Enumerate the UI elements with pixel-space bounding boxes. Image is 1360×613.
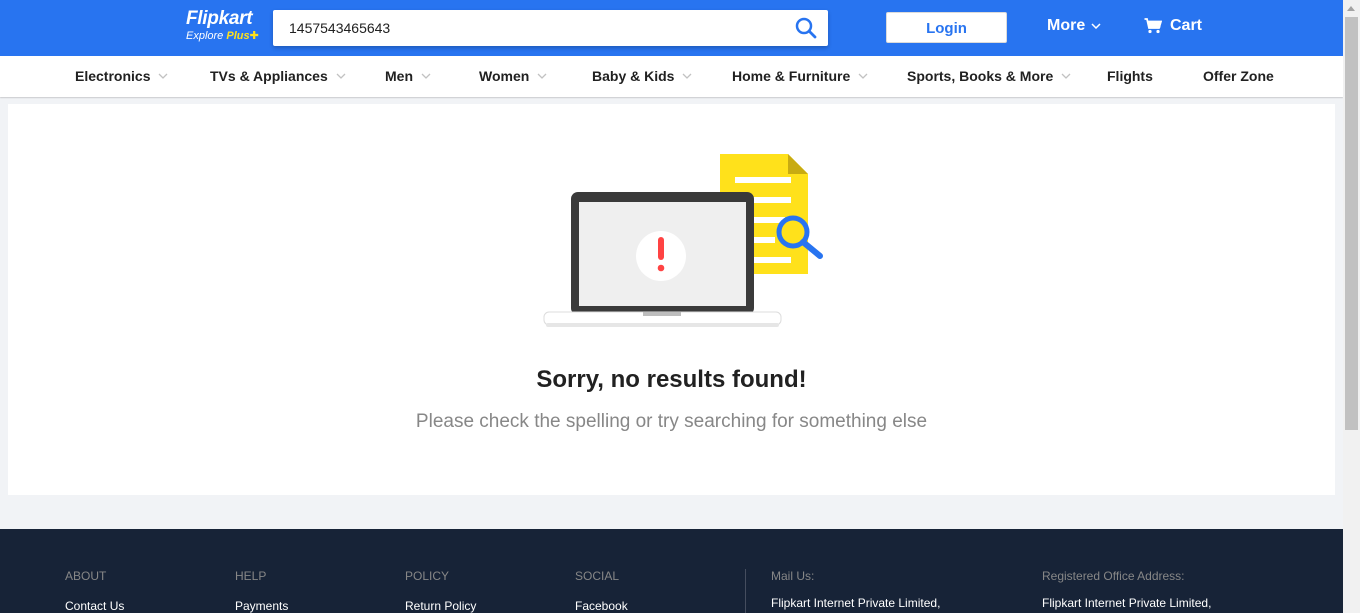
no-results-card: Sorry, no results found! Please check th…: [8, 104, 1335, 495]
logo-wordmark: Flipkart: [186, 8, 253, 29]
search-bar: [273, 10, 828, 46]
footer-heading: Registered Office Address:: [1042, 569, 1185, 583]
login-button[interactable]: Login: [886, 12, 1007, 43]
category-label: Women: [479, 68, 530, 84]
category-nav: Electronics TVs & Appliances Men Women B…: [0, 56, 1343, 97]
category-women[interactable]: Women: [479, 68, 547, 84]
footer-heading: HELP: [235, 569, 267, 583]
search-icon: [795, 17, 817, 39]
category-label: Baby & Kids: [592, 68, 675, 84]
category-label: Sports, Books & More: [907, 68, 1054, 84]
category-electronics[interactable]: Electronics: [75, 68, 168, 84]
footer-address-line: Flipkart Internet Private Limited,: [771, 596, 941, 610]
footer-registered-office: Registered Office Address: Flipkart Inte…: [1042, 569, 1211, 610]
category-tvs-appliances[interactable]: TVs & Appliances: [210, 68, 346, 84]
top-header: Flipkart Explore Plus✚ Login More Cart: [0, 0, 1343, 56]
search-button[interactable]: [794, 16, 818, 40]
category-label: Home & Furniture: [732, 68, 851, 84]
scroll-up-arrow-icon[interactable]: [1343, 0, 1360, 17]
plus-icon: ✚: [249, 30, 259, 42]
no-results-title: Sorry, no results found!: [536, 366, 807, 393]
flipkart-logo[interactable]: Flipkart Explore Plus✚: [186, 9, 264, 45]
logo-tagline-prefix: Explore: [186, 30, 227, 42]
footer-link[interactable]: Return Policy: [405, 599, 476, 613]
page-scrollbar[interactable]: [1343, 0, 1360, 613]
footer-address-line: Flipkart Internet Private Limited,: [1042, 596, 1212, 610]
no-results-subtitle: Please check the spelling or try searchi…: [415, 411, 928, 432]
chevron-down-icon: [858, 73, 868, 79]
category-label: Men: [385, 68, 413, 84]
chevron-down-icon: [537, 73, 547, 79]
footer-heading: Mail Us:: [771, 569, 815, 583]
category-label: Electronics: [75, 68, 151, 84]
search-input[interactable]: [273, 10, 783, 46]
chevron-down-icon: [683, 73, 692, 79]
chevron-down-icon: [421, 73, 431, 79]
category-flights[interactable]: Flights: [1107, 68, 1153, 84]
logo-tagline: Explore Plus✚: [186, 30, 264, 42]
category-label: Flights: [1107, 68, 1153, 84]
footer-column-social: SOCIAL Facebook: [575, 569, 628, 613]
footer-heading: SOCIAL: [575, 569, 620, 583]
cart-label: Cart: [1170, 17, 1203, 34]
chevron-down-icon: [159, 73, 168, 79]
laptop-error-search-icon: [543, 154, 823, 327]
category-sports-books-more[interactable]: Sports, Books & More: [907, 68, 1071, 84]
chevron-down-icon: [336, 73, 346, 79]
footer-link[interactable]: Contact Us: [65, 599, 124, 613]
chevron-down-icon: [1091, 23, 1101, 29]
category-home-furniture[interactable]: Home & Furniture: [732, 68, 868, 84]
cart-icon: [1144, 18, 1162, 34]
logo-tagline-plus: Plus: [226, 30, 250, 42]
footer-link[interactable]: Facebook: [575, 599, 628, 613]
footer: ABOUT Contact Us HELP Payments POLICY Re…: [0, 529, 1343, 613]
footer-heading: POLICY: [405, 569, 450, 583]
more-label: More: [1047, 17, 1086, 34]
cart-button[interactable]: Cart: [1144, 17, 1202, 35]
category-men[interactable]: Men: [385, 68, 431, 84]
chevron-down-icon: [1061, 73, 1071, 79]
category-label: TVs & Appliances: [210, 68, 328, 84]
footer-column-about: ABOUT Contact Us: [65, 569, 124, 613]
footer-divider: [745, 569, 746, 613]
footer-column-help: HELP Payments: [235, 569, 288, 613]
category-label: Offer Zone: [1203, 68, 1274, 84]
more-menu[interactable]: More: [1047, 17, 1101, 35]
category-baby-kids[interactable]: Baby & Kids: [592, 68, 692, 84]
footer-link[interactable]: Payments: [235, 599, 288, 613]
category-offer-zone[interactable]: Offer Zone: [1203, 68, 1274, 84]
footer-mail-us: Mail Us: Flipkart Internet Private Limit…: [771, 569, 940, 610]
scrollbar-thumb[interactable]: [1345, 17, 1358, 430]
footer-column-policy: POLICY Return Policy: [405, 569, 476, 613]
footer-heading: ABOUT: [65, 569, 107, 583]
